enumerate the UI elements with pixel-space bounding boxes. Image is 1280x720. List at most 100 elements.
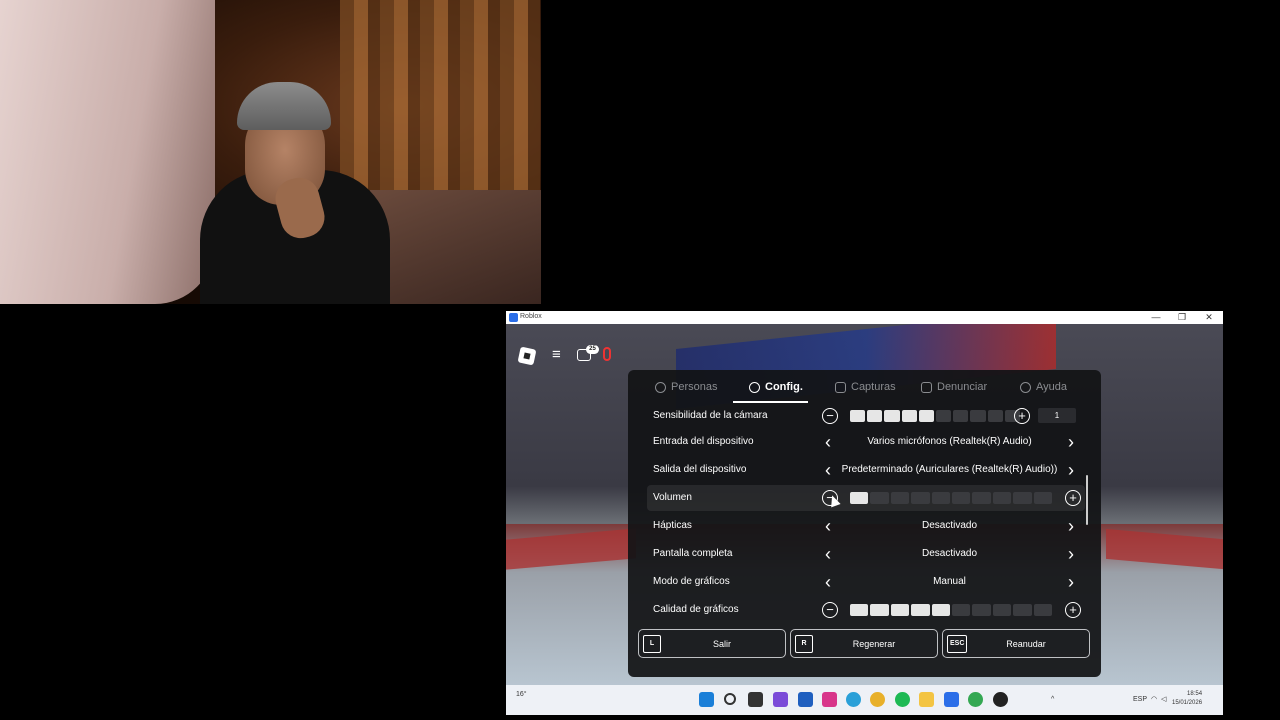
edge-icon[interactable]	[846, 692, 861, 707]
people-icon	[655, 381, 666, 393]
slider-segment[interactable]	[992, 492, 1012, 504]
increase-icon[interactable]: +	[1065, 602, 1081, 618]
slider-segment[interactable]	[850, 604, 869, 616]
slider-segment[interactable]	[870, 604, 889, 616]
chevron-right-icon[interactable]: ›	[1062, 432, 1080, 452]
slider-segment[interactable]	[867, 410, 883, 422]
graphics-quality-slider[interactable]	[850, 604, 1053, 616]
chevron-right-icon[interactable]: ›	[1062, 572, 1080, 592]
slider-segment[interactable]	[911, 492, 930, 504]
roblox-menu-icon[interactable]	[517, 346, 537, 366]
button-label: Salir	[712, 639, 731, 649]
slider-segment[interactable]	[890, 604, 910, 616]
close-button[interactable]: ✕	[1196, 311, 1222, 324]
file-explorer-icon[interactable]	[919, 692, 934, 707]
setting-graphics-quality: Calidad de gráficos − +	[647, 597, 1085, 623]
button-label: Regenerar	[852, 639, 896, 649]
chrome-icon[interactable]	[870, 692, 885, 707]
chevron-left-icon[interactable]: ‹	[819, 460, 837, 480]
discord-icon[interactable]	[773, 692, 788, 707]
setting-value: Desactivado	[921, 520, 978, 531]
language-indicator[interactable]: ESP	[1133, 693, 1147, 707]
settings-scrollbar[interactable]	[1086, 475, 1088, 525]
slider-segment[interactable]	[972, 604, 991, 616]
spotify-icon[interactable]	[895, 692, 910, 707]
slider-segment[interactable]	[936, 410, 952, 422]
slider-segment[interactable]	[992, 604, 1012, 616]
camera-sensitivity-slider[interactable]	[850, 410, 1021, 422]
app-icon-2[interactable]	[993, 692, 1008, 707]
app-icon[interactable]	[798, 692, 813, 707]
camera-sensitivity-value[interactable]: 1	[1038, 408, 1076, 423]
slider-segment[interactable]	[953, 410, 969, 422]
webcam-curtain	[340, 0, 540, 200]
resume-button[interactable]: ESC Reanudar	[942, 629, 1090, 658]
setting-label: Volumen	[653, 492, 692, 503]
clock-time: 18:54	[1187, 691, 1203, 697]
decrease-icon[interactable]: −	[822, 408, 838, 424]
leave-button[interactable]: L Salir	[638, 629, 786, 658]
chevron-left-icon[interactable]: ‹	[819, 516, 837, 536]
tab-label: Capturas	[851, 381, 896, 393]
slider-segment[interactable]	[911, 604, 930, 616]
slider-segment[interactable]	[870, 492, 889, 504]
setting-label: Salida del dispositivo	[653, 464, 747, 475]
chevron-left-icon[interactable]: ‹	[819, 432, 837, 452]
weather-widget[interactable]: 16°	[516, 691, 536, 709]
chevron-left-icon[interactable]: ‹	[819, 544, 837, 564]
slider-segment[interactable]	[1033, 492, 1053, 504]
slider-segment[interactable]	[931, 604, 951, 616]
search-icon[interactable]	[724, 693, 736, 705]
volume-slider[interactable]	[850, 492, 1053, 504]
minimize-button[interactable]: —	[1143, 311, 1169, 324]
reset-button[interactable]: R Regenerar	[790, 629, 938, 658]
slider-segment[interactable]	[972, 492, 991, 504]
system-clock[interactable]: 18:54 15/01/2026	[1172, 690, 1202, 708]
weather-temp: 16°	[516, 691, 527, 698]
button-label: Reanudar	[1006, 639, 1046, 649]
key-hint: R	[795, 635, 813, 653]
slider-segment[interactable]	[987, 410, 1003, 422]
instagram-icon[interactable]	[822, 692, 837, 707]
decrease-icon[interactable]: −	[822, 602, 838, 618]
hamburger-menu-icon[interactable]: ≡	[552, 347, 566, 362]
taskbar: 16° ^ ESP ◠ ◁ 18:54 15/01/2026	[506, 685, 1223, 715]
slider-segment[interactable]	[918, 410, 935, 422]
slider-segment[interactable]	[1033, 604, 1053, 616]
increase-icon[interactable]: +	[1065, 490, 1081, 506]
task-view-icon[interactable]	[748, 692, 763, 707]
maximize-button[interactable]: ❐	[1169, 311, 1195, 324]
slider-segment[interactable]	[850, 492, 869, 504]
slider-segment[interactable]	[952, 492, 971, 504]
slider-segment[interactable]	[884, 410, 900, 422]
setting-input-device: Entrada del dispositivo ‹ Varios micrófo…	[647, 429, 1085, 455]
tab-denunciar[interactable]: Denunciar	[921, 378, 987, 396]
microphone-icon[interactable]	[603, 347, 611, 361]
slider-segment[interactable]	[901, 410, 917, 422]
chevron-right-icon[interactable]: ›	[1062, 516, 1080, 536]
slider-segment[interactable]	[931, 492, 951, 504]
increase-icon[interactable]: +	[1014, 408, 1030, 424]
tab-config[interactable]: Config.	[749, 378, 803, 396]
chrome-profile-icon[interactable]	[968, 692, 983, 707]
chevron-right-icon[interactable]: ›	[1062, 544, 1080, 564]
slider-segment[interactable]	[850, 410, 866, 422]
chevron-left-icon[interactable]: ‹	[819, 572, 837, 592]
tab-capturas[interactable]: Capturas	[835, 378, 896, 396]
chevron-right-icon[interactable]: ›	[1062, 460, 1080, 480]
tray-chevron-icon[interactable]: ^	[1051, 693, 1054, 707]
slider-segment[interactable]	[970, 410, 986, 422]
tab-ayuda[interactable]: Ayuda	[1020, 378, 1067, 396]
start-icon[interactable]	[699, 692, 714, 707]
wifi-icon[interactable]: ◠	[1151, 693, 1157, 707]
setting-graphics-mode: Modo de gráficos ‹ Manual ›	[647, 569, 1085, 595]
slider-segment[interactable]	[952, 604, 971, 616]
tab-personas[interactable]: Personas	[655, 378, 717, 396]
volume-icon[interactable]: ◁	[1161, 693, 1166, 707]
roblox-taskbar-icon[interactable]	[944, 692, 959, 707]
window-titlebar: Roblox — ❐ ✕	[506, 311, 1223, 324]
slider-segment[interactable]	[1013, 604, 1032, 616]
slider-segment[interactable]	[890, 492, 910, 504]
slider-segment[interactable]	[1013, 492, 1032, 504]
setting-label: Pantalla completa	[653, 548, 733, 559]
